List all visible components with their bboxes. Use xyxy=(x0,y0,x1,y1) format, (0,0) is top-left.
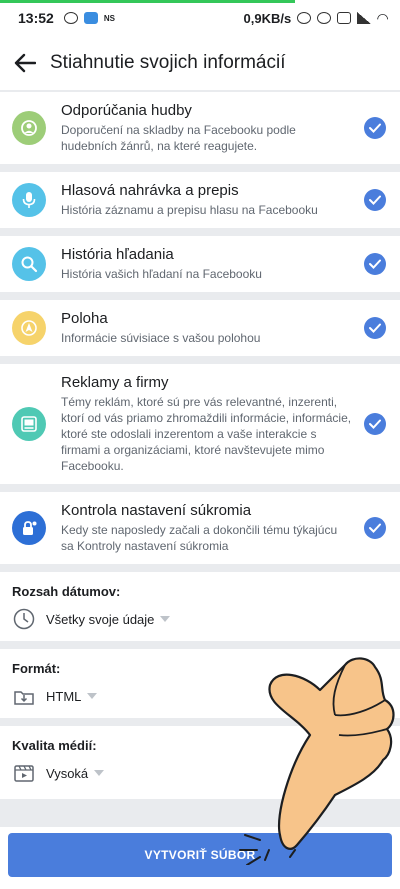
category-description: Informácie súvisiace s vašou polohou xyxy=(61,331,261,345)
category-item[interactable]: Kontrola nastavení súkromia Kedy ste nap… xyxy=(0,492,400,564)
category-item[interactable]: Hlasová nahrávka a prepis História zázna… xyxy=(0,172,400,228)
category-description: História záznamu a prepisu hlasu na Face… xyxy=(61,203,318,217)
category-texts: História hľadania História vašich hľadan… xyxy=(61,246,352,282)
status-right-icons: 0,9KB/s ◠ xyxy=(244,10,388,27)
category-title: Kontrola nastavení súkromia xyxy=(61,502,252,519)
chevron-down-icon xyxy=(87,693,98,699)
media-quality-select[interactable]: Vysoká xyxy=(12,761,388,785)
checkmark-icon xyxy=(369,419,381,429)
category-texts: Odporúčania hudby Doporučení na skladby … xyxy=(61,102,352,154)
music-icon xyxy=(12,111,46,145)
mute-icon xyxy=(297,12,312,24)
status-bar: 13:52 NS 0,9KB/s ◠ xyxy=(0,0,400,36)
checkmark-icon xyxy=(369,195,381,205)
checkbox-checked[interactable] xyxy=(364,317,386,339)
clock-icon xyxy=(12,607,36,631)
microphone-icon xyxy=(12,183,46,217)
category-item[interactable]: História hľadania História vašich hľadan… xyxy=(0,236,400,292)
checkbox-checked[interactable] xyxy=(364,117,386,139)
volte-icon xyxy=(337,12,352,24)
category-description: História vašich hľadaní na Facebooku xyxy=(61,267,262,281)
category-title: História hľadania xyxy=(61,246,174,263)
download-icon xyxy=(12,684,36,708)
category-item[interactable]: Odporúčania hudby Doporučení na skladby … xyxy=(0,92,400,164)
category-description: Kedy ste naposledy začali a dokončili té… xyxy=(61,523,338,553)
status-time: 13:52 xyxy=(18,10,54,26)
film-icon xyxy=(12,761,36,785)
category-texts: Kontrola nastavení súkromia Kedy ste nap… xyxy=(61,502,352,554)
checkmark-icon xyxy=(369,323,381,333)
back-button[interactable] xyxy=(12,50,38,76)
arrow-left-icon xyxy=(14,53,36,73)
alarm-icon xyxy=(317,12,332,24)
chevron-down-icon xyxy=(160,616,171,622)
format-section: Formát: HTML xyxy=(0,649,400,718)
chevron-down-icon xyxy=(94,770,105,776)
signal-icon xyxy=(357,12,372,24)
category-item[interactable]: Reklamy a firmy Témy reklám, ktoré sú pr… xyxy=(0,364,400,484)
checkbox-checked[interactable] xyxy=(364,413,386,435)
privacy-icon xyxy=(12,511,46,545)
ads-icon xyxy=(12,407,46,441)
media-quality-section: Kvalita médií: Vysoká xyxy=(0,726,400,799)
search-icon xyxy=(12,247,46,281)
format-select[interactable]: HTML xyxy=(12,684,388,708)
category-title: Hlasová nahrávka a prepis xyxy=(61,182,239,199)
category-title: Reklamy a firmy xyxy=(61,374,169,391)
checkmark-icon xyxy=(369,523,381,533)
category-item[interactable]: Poloha Informácie súvisiace s vašou polo… xyxy=(0,300,400,356)
category-texts: Reklamy a firmy Témy reklám, ktoré sú pr… xyxy=(61,374,352,474)
footer-bar: VYTVORIŤ SÚBOR xyxy=(0,827,400,889)
location-icon xyxy=(12,311,46,345)
checkmark-icon xyxy=(369,259,381,269)
category-title: Poloha xyxy=(61,310,108,327)
date-range-select[interactable]: Všetky svoje údaje xyxy=(12,607,388,631)
category-description: Doporučení na skladby na Facebooku podle… xyxy=(61,123,296,153)
page-title: Stiahnutie svojich informácií xyxy=(50,52,286,73)
status-left-icons: NS xyxy=(63,12,115,24)
category-list: Odporúčania hudby Doporučení na skladby … xyxy=(0,92,400,564)
media-quality-label: Kvalita médií: xyxy=(12,738,97,753)
app-header: Stiahnutie svojich informácií xyxy=(0,36,400,90)
ns-label: NS xyxy=(103,13,115,23)
category-description: Témy reklám, ktoré sú pre vás relevantné… xyxy=(61,395,352,473)
checkbox-checked[interactable] xyxy=(364,517,386,539)
notification-icon xyxy=(83,12,98,24)
format-label: Formát: xyxy=(12,661,61,676)
network-speed: 0,9KB/s xyxy=(243,10,292,26)
format-value: HTML xyxy=(46,688,82,704)
category-texts: Poloha Informácie súvisiace s vašou polo… xyxy=(61,310,352,346)
media-quality-value: Vysoká xyxy=(46,765,89,781)
date-range-section: Rozsah dátumov: Všetky svoje údaje xyxy=(0,572,400,641)
checkbox-checked[interactable] xyxy=(364,253,386,275)
whatsapp-icon xyxy=(63,12,78,24)
date-range-value: Všetky svoje údaje xyxy=(46,611,155,627)
checkbox-checked[interactable] xyxy=(364,189,386,211)
checkmark-icon xyxy=(369,123,381,133)
category-texts: Hlasová nahrávka a prepis História zázna… xyxy=(61,182,352,218)
category-title: Odporúčania hudby xyxy=(61,102,192,119)
create-file-button[interactable]: VYTVORIŤ SÚBOR xyxy=(8,833,392,877)
loading-progress-line xyxy=(0,0,295,3)
date-range-label: Rozsah dátumov: xyxy=(12,584,121,599)
wifi-icon: ◠ xyxy=(377,9,388,26)
